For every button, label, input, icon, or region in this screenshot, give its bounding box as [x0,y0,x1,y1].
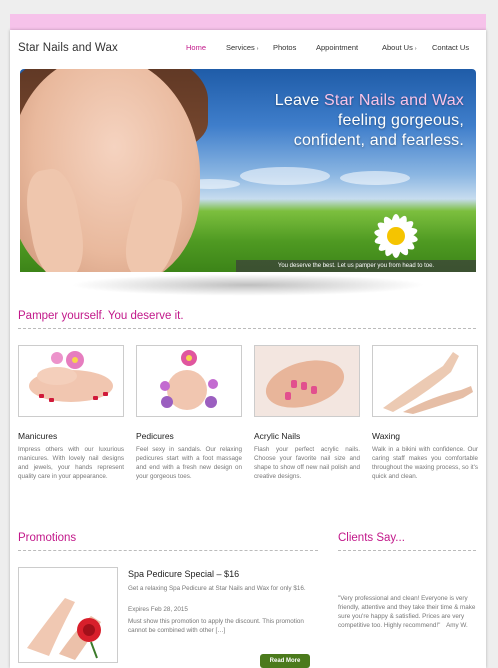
clients-heading: Clients Say... [338,532,405,544]
pedicure-image[interactable] [136,345,242,417]
promotion-notice: Must show this promotion to apply the di… [128,618,304,634]
nav-photos[interactable]: Photos [273,43,296,52]
nav-appointment[interactable]: Appointment [316,43,358,52]
card-title-pedicures[interactable]: Pedicures [136,431,174,441]
pedicure-rose-icon [19,568,117,662]
hero-brand-name: Star Nails and Wax [324,92,464,109]
card-text-waxing: Walk in a bikini with confidence. Our ca… [372,446,478,480]
hero-headline: Leave Star Nails and Wax feeling gorgeou… [275,91,464,151]
card-text-pedicures: Feel sexy in sandals. Our relaxing pedic… [136,446,242,480]
promotions-heading: Promotions [18,532,77,544]
nav-services-label: Services [226,43,255,52]
card-text-acrylic-nails: Flash your perfect acrylic nails. Choose… [254,446,360,480]
hero-caption: You deserve the best. Let us pamper you … [236,260,476,272]
divider [18,328,476,329]
promotion-expires: Expires Feb 28, 2015 [128,606,188,613]
waxing-legs-icon [373,346,477,416]
hero-line-1: Leave Star Nails and Wax [275,91,464,111]
cloud-shape [240,167,330,185]
promotion-image[interactable] [18,567,118,663]
manicure-hands-icon [19,346,123,416]
card-title-manicures[interactable]: Manicures [18,431,57,441]
hero-shadow [70,274,426,296]
card-title-acrylic-nails[interactable]: Acrylic Nails [254,431,300,441]
waxing-image[interactable] [372,345,478,417]
card-title-waxing[interactable]: Waxing [372,431,400,441]
services-heading: Pamper yourself. You deserve it. [18,310,184,322]
divider [18,550,318,551]
nav-about-us[interactable]: About Us › [382,43,417,52]
client-testimonial: "Very professional and clean! Everyone i… [338,594,478,630]
nav-about-label: About Us [382,43,413,52]
daisy-flower-icon [374,214,418,258]
hero-line-3: confident, and fearless. [293,132,464,149]
page-container: Star Nails and Wax Home Services › Photos… [10,30,486,668]
site-logo[interactable]: Star Nails and Wax [18,42,118,54]
hero-line-2: feeling gorgeous, [337,112,464,129]
submenu-arrow-icon: › [256,46,259,52]
promotion-title[interactable]: Spa Pedicure Special – $16 [128,569,239,579]
read-more-button[interactable]: Read More [260,654,310,668]
acrylic-nails-icon [255,346,359,416]
nav-contact-us[interactable]: Contact Us [432,43,469,52]
promotion-text: Get a relaxing Spa Pedicure at Star Nail… [128,585,306,592]
manicure-image[interactable] [18,345,124,417]
divider [338,550,476,551]
testimonial-author: Amy W. [446,622,468,629]
card-text-manicures: Impress others with our luxurious manicu… [18,446,124,480]
pedicure-feet-icon [137,346,241,416]
submenu-arrow-icon: › [414,46,417,52]
acrylic-nails-image[interactable] [254,345,360,417]
top-accent-bar [10,14,486,30]
hero-line-1-prefix: Leave [274,92,325,109]
hero-banner: Leave Star Nails and Wax feeling gorgeou… [20,69,476,272]
cloud-shape [340,171,410,185]
nav-services[interactable]: Services › [226,43,258,52]
nav-home[interactable]: Home [186,43,206,52]
